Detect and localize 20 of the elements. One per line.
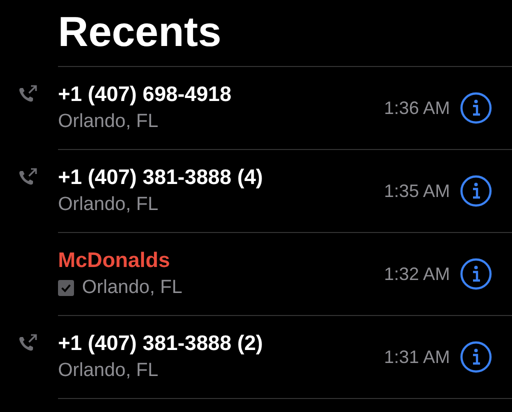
call-time: 1:35 AM xyxy=(384,180,450,202)
call-location: Orlando, FL xyxy=(58,193,158,217)
outgoing-call-icon xyxy=(18,168,38,186)
outgoing-call-icon xyxy=(18,85,38,103)
call-time: 1:36 AM xyxy=(384,98,450,118)
contact-name: McDonalds xyxy=(58,248,172,274)
info-icon[interactable] xyxy=(460,175,492,207)
contact-name: +1 (407) 381-3888 (2) xyxy=(58,331,264,357)
call-location: Orlando, FL xyxy=(58,110,158,134)
call-time: 1:32 AM xyxy=(384,264,450,284)
contact-name: +1 (407) 698-4918 xyxy=(58,82,232,108)
outgoing-call-icon xyxy=(18,334,38,352)
call-location: Orlando, FL xyxy=(58,359,158,383)
call-location: Orlando, FL xyxy=(82,276,182,300)
call-time: 1:31 AM xyxy=(384,346,450,368)
info-icon[interactable] xyxy=(460,92,492,124)
contact-name: +1 (407) 381-3888 (4) xyxy=(58,165,264,191)
info-icon[interactable] xyxy=(460,341,492,373)
page-title: Recents xyxy=(57,7,222,57)
info-icon[interactable] xyxy=(460,258,492,290)
